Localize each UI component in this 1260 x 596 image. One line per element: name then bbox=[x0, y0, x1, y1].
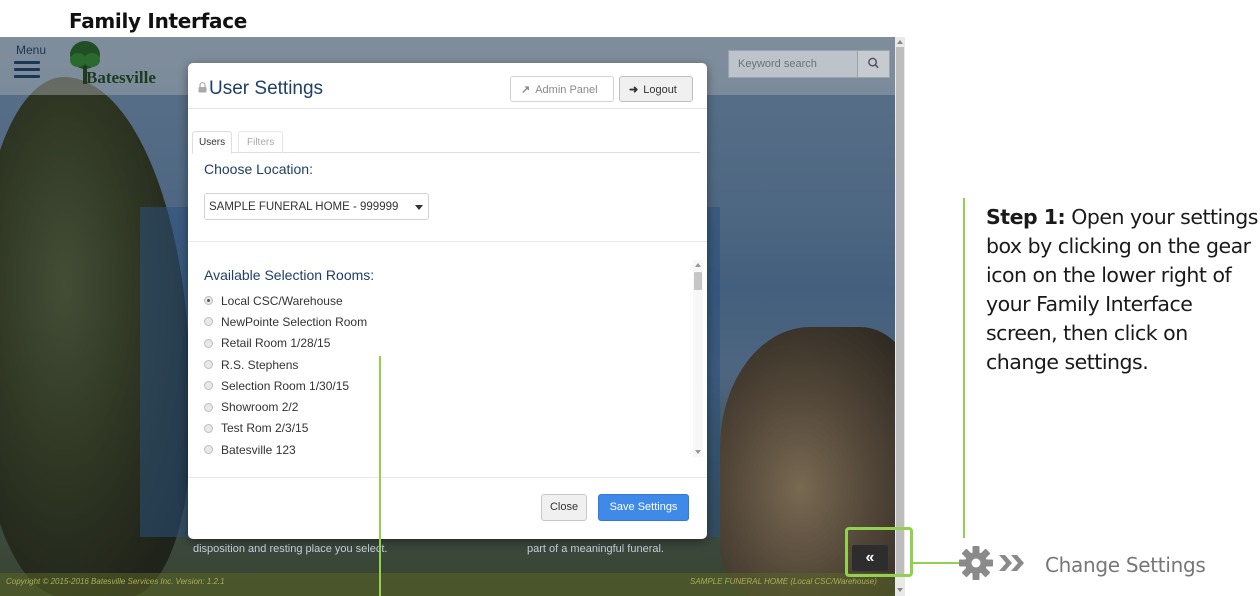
radio-button[interactable] bbox=[204, 402, 213, 412]
double-chevron-right-icon bbox=[999, 555, 1024, 571]
user-settings-modal: User Settings ↗ Admin Panel ➜ Logout Users… bbox=[188, 63, 707, 539]
location-select-value: SAMPLE FUNERAL HOME - 999999 bbox=[209, 201, 399, 213]
available-rooms-label: Available Selection Rooms: bbox=[204, 267, 375, 283]
radio-button[interactable] bbox=[204, 423, 213, 433]
logout-label: Logout bbox=[643, 84, 677, 96]
radio-button[interactable] bbox=[204, 317, 213, 327]
radio-button[interactable] bbox=[204, 338, 213, 348]
selection-rooms-list: Local CSC/Warehouse NewPointe Selection R… bbox=[204, 290, 684, 495]
sign-out-icon: ➜ bbox=[629, 84, 639, 96]
modal-title: User Settings bbox=[209, 78, 324, 99]
room-option[interactable]: Retail Room 1/28/15 bbox=[204, 333, 684, 354]
section-divider bbox=[188, 241, 707, 242]
footer-divider bbox=[188, 477, 707, 478]
scroll-up-arrow-icon[interactable] bbox=[695, 263, 701, 267]
keyword-search-input[interactable]: Keyword search bbox=[728, 50, 858, 78]
tab-filters[interactable]: Filters bbox=[238, 131, 284, 153]
document-title: Family Interface bbox=[69, 9, 248, 33]
modal-header: User Settings ↗ Admin Panel ➜ Logout bbox=[188, 63, 707, 109]
logout-button[interactable]: ➜ Logout bbox=[619, 76, 693, 102]
hamburger-menu-icon[interactable] bbox=[14, 61, 40, 79]
scroll-down-arrow-icon[interactable] bbox=[896, 586, 904, 594]
location-select[interactable]: SAMPLE FUNERAL HOME - 999999 bbox=[204, 193, 429, 220]
caret-down-icon bbox=[415, 205, 423, 210]
menu-label[interactable]: Menu bbox=[16, 43, 46, 57]
settings-tabs: Users Filters bbox=[192, 131, 700, 154]
room-option[interactable]: R.S. Stephens bbox=[204, 354, 684, 375]
rooms-scrollbar-thumb[interactable] bbox=[694, 272, 702, 290]
save-settings-button[interactable]: Save Settings bbox=[598, 494, 689, 521]
scroll-down-arrow-icon[interactable] bbox=[695, 450, 701, 454]
tab-users[interactable]: Users bbox=[192, 131, 233, 154]
room-option-label: NewPointe Selection Room bbox=[221, 314, 368, 329]
page-scrollbar-thumb[interactable] bbox=[896, 47, 904, 575]
change-settings-label[interactable]: Change Settings bbox=[1045, 553, 1206, 577]
step-label: Step 1: bbox=[986, 205, 1066, 229]
radio-button[interactable] bbox=[204, 381, 213, 391]
gear-icon[interactable] bbox=[958, 545, 994, 581]
step-instruction-text: Step 1: Open your settings box by clicki… bbox=[986, 203, 1260, 377]
step-body: Open your settings box by clicking on th… bbox=[986, 205, 1258, 374]
callout-connector-line bbox=[913, 562, 963, 564]
close-button[interactable]: Close bbox=[541, 494, 587, 521]
callout-highlight-box bbox=[845, 527, 913, 577]
room-option[interactable]: Local CSC/Warehouse bbox=[204, 290, 684, 311]
admin-panel-button[interactable]: ↗ Admin Panel bbox=[510, 76, 614, 102]
room-option-label: Showroom 2/2 bbox=[221, 400, 299, 415]
family-interface-screenshot: Menu Batesville Keyword search Copyright… bbox=[0, 37, 905, 596]
room-option[interactable]: Test Rom 2/3/15 bbox=[204, 418, 684, 439]
room-option-label: Batesville 123 bbox=[221, 442, 296, 457]
radio-button[interactable] bbox=[204, 296, 213, 306]
room-option-label: Selection Room 1/30/15 bbox=[221, 378, 350, 393]
choose-location-label: Choose Location: bbox=[204, 161, 313, 177]
external-link-icon: ↗ bbox=[521, 84, 531, 96]
room-option-label: Retail Room 1/28/15 bbox=[221, 336, 331, 351]
lock-icon bbox=[198, 82, 207, 93]
page-scrollbar[interactable] bbox=[895, 37, 905, 596]
callout-line-rooms bbox=[379, 356, 381, 596]
room-option[interactable]: Showroom 2/2 bbox=[204, 396, 684, 417]
room-option[interactable]: Batesville 123 bbox=[204, 439, 684, 460]
radio-button[interactable] bbox=[204, 445, 213, 455]
background-text-left: disposition and resting place you select… bbox=[193, 543, 388, 555]
room-option-label: Local CSC/Warehouse bbox=[221, 293, 343, 308]
callout-line-step bbox=[963, 198, 965, 538]
search-icon[interactable] bbox=[858, 50, 890, 78]
background-text-right: part of a meaningful funeral. bbox=[527, 543, 664, 555]
room-option-label: Test Rom 2/3/15 bbox=[221, 421, 309, 436]
room-option-label: R.S. Stephens bbox=[221, 357, 299, 372]
room-option[interactable]: NewPointe Selection Room bbox=[204, 311, 684, 332]
radio-button[interactable] bbox=[204, 360, 213, 370]
batesville-logo-text: Batesville bbox=[86, 68, 156, 87]
admin-panel-label: Admin Panel bbox=[535, 84, 598, 96]
scroll-up-arrow-icon[interactable] bbox=[896, 38, 904, 46]
rooms-list-scrollbar[interactable] bbox=[693, 260, 703, 457]
copyright-text: Copyright © 2015-2016 Batesville Service… bbox=[6, 577, 225, 586]
footer-location-text: SAMPLE FUNERAL HOME (Local CSC/Warehouse… bbox=[690, 577, 877, 586]
room-option[interactable]: Selection Room 1/30/15 bbox=[204, 375, 684, 396]
